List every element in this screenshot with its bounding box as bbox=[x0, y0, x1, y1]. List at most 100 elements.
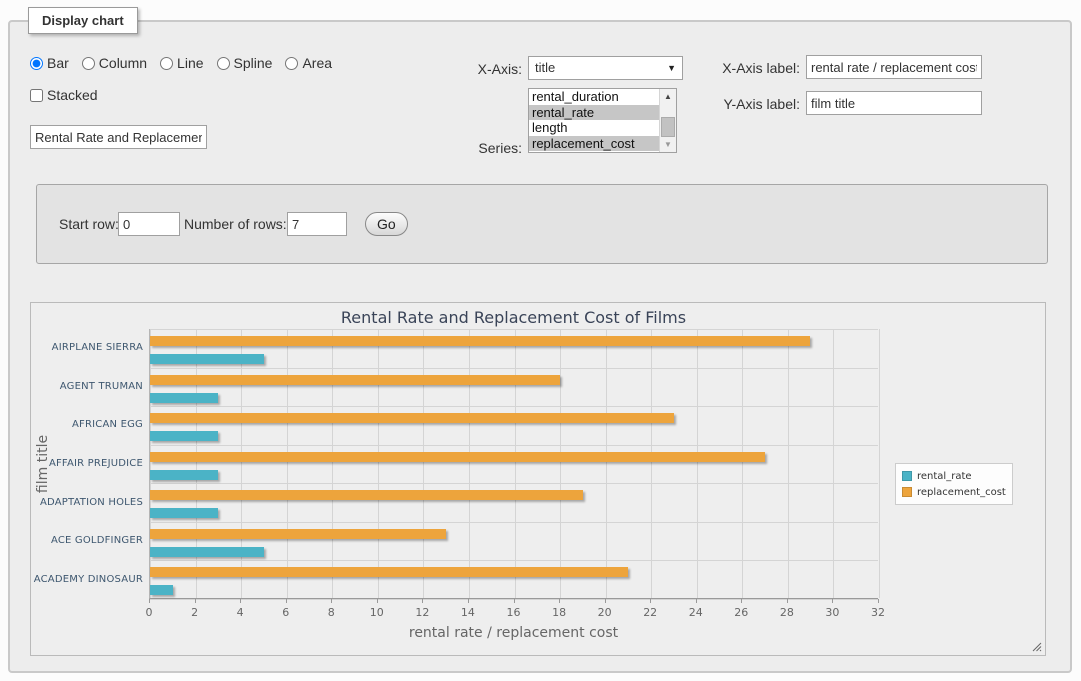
chart-type-line[interactable]: Line bbox=[160, 55, 203, 71]
axis-tick bbox=[514, 599, 515, 603]
chart-type-spline[interactable]: Spline bbox=[217, 55, 273, 71]
scroll-up-icon[interactable]: ▲ bbox=[660, 89, 676, 104]
bar-rental_rate[interactable] bbox=[150, 547, 264, 557]
bar-replacement_cost[interactable] bbox=[150, 567, 628, 577]
chart-type-radio-spline[interactable] bbox=[217, 57, 230, 70]
series-listbox[interactable]: rental_durationrental_ratelengthreplacem… bbox=[528, 88, 677, 153]
axis-tick bbox=[195, 599, 196, 603]
category-label: AFFAIR PREJUDICE bbox=[31, 458, 143, 469]
axis-tick bbox=[650, 599, 651, 603]
x-tick-label: 24 bbox=[679, 606, 713, 619]
axis-tick bbox=[286, 599, 287, 603]
scroll-down-icon[interactable]: ▼ bbox=[660, 137, 676, 152]
gridline-vertical bbox=[332, 329, 333, 598]
gridline-vertical bbox=[788, 329, 789, 598]
axis-tick bbox=[832, 599, 833, 603]
bar-replacement_cost[interactable] bbox=[150, 375, 560, 385]
chart-type-radio-label: Spline bbox=[234, 55, 273, 71]
gridline-horizontal bbox=[150, 329, 878, 330]
chart-type-radio-column[interactable] bbox=[82, 57, 95, 70]
category-label: AIRPLANE SIERRA bbox=[31, 342, 143, 353]
chart-type-radio-label: Column bbox=[99, 55, 147, 71]
gridline-vertical bbox=[560, 329, 561, 598]
series-option-rental_duration[interactable]: rental_duration bbox=[529, 89, 659, 105]
chart-type-bar[interactable]: Bar bbox=[30, 55, 69, 71]
axis-tick bbox=[787, 599, 788, 603]
x-axis-select[interactable]: title ▼ bbox=[528, 56, 683, 80]
axis-tick bbox=[741, 599, 742, 603]
gridline-vertical bbox=[651, 329, 652, 598]
y-axis-label-input[interactable] bbox=[806, 91, 982, 115]
category-label: ACE GOLDFINGER bbox=[31, 535, 143, 546]
x-tick-label: 6 bbox=[269, 606, 303, 619]
gridline-vertical bbox=[287, 329, 288, 598]
resize-grip-icon[interactable] bbox=[1032, 642, 1042, 652]
chart-title-input[interactable] bbox=[30, 125, 207, 149]
chart-type-column[interactable]: Column bbox=[82, 55, 147, 71]
bar-replacement_cost[interactable] bbox=[150, 529, 446, 539]
bar-rental_rate[interactable] bbox=[150, 508, 218, 518]
bar-rental_rate[interactable] bbox=[150, 585, 173, 595]
bar-rental_rate[interactable] bbox=[150, 393, 218, 403]
series-option-rental_rate[interactable]: rental_rate bbox=[529, 105, 659, 121]
panel-legend: Display chart bbox=[28, 7, 138, 34]
y-axis-label-label: Y-Axis label: bbox=[690, 96, 800, 112]
chart-type-radio-bar[interactable] bbox=[30, 57, 43, 70]
x-tick-label: 0 bbox=[132, 606, 166, 619]
go-button[interactable]: Go bbox=[365, 212, 408, 236]
legend-swatch bbox=[902, 471, 912, 481]
bar-replacement_cost[interactable] bbox=[150, 336, 810, 346]
num-rows-input[interactable] bbox=[287, 212, 347, 236]
axis-tick bbox=[240, 599, 241, 603]
legend-label: rental_rate bbox=[917, 471, 972, 482]
series-option-length[interactable]: length bbox=[529, 120, 659, 136]
series-select-label: Series: bbox=[430, 140, 522, 156]
chart-x-axis-title: rental rate / replacement cost bbox=[149, 625, 878, 641]
bar-rental_rate[interactable] bbox=[150, 354, 264, 364]
category-label: AGENT TRUMAN bbox=[31, 381, 143, 392]
gridline-vertical bbox=[241, 329, 242, 598]
series-option-replacement_cost[interactable]: replacement_cost bbox=[529, 136, 659, 152]
gridline-vertical bbox=[879, 329, 880, 598]
gridline-vertical bbox=[469, 329, 470, 598]
x-tick-label: 22 bbox=[633, 606, 667, 619]
x-tick-label: 14 bbox=[451, 606, 485, 619]
gridline-vertical bbox=[150, 329, 151, 598]
gridline-vertical bbox=[833, 329, 834, 598]
chart-type-area[interactable]: Area bbox=[285, 55, 332, 71]
axis-tick bbox=[422, 599, 423, 603]
bar-rental_rate[interactable] bbox=[150, 470, 218, 480]
chart-type-radio-area[interactable] bbox=[285, 57, 298, 70]
stacked-checkbox[interactable] bbox=[30, 89, 43, 102]
x-axis-label-input[interactable] bbox=[806, 55, 982, 79]
gridline-vertical bbox=[196, 329, 197, 598]
gridline-horizontal bbox=[150, 406, 878, 407]
gridline-horizontal bbox=[150, 368, 878, 369]
legend-item-replacement_cost[interactable]: replacement_cost bbox=[902, 484, 1006, 500]
category-label: AFRICAN EGG bbox=[31, 419, 143, 430]
gridline-horizontal bbox=[150, 445, 878, 446]
axis-tick bbox=[559, 599, 560, 603]
bar-replacement_cost[interactable] bbox=[150, 490, 583, 500]
bar-rental_rate[interactable] bbox=[150, 431, 218, 441]
x-tick-label: 20 bbox=[588, 606, 622, 619]
x-axis-label-label: X-Axis label: bbox=[690, 60, 800, 76]
num-rows-label: Number of rows: bbox=[184, 216, 287, 232]
axis-tick bbox=[331, 599, 332, 603]
legend-swatch bbox=[902, 487, 912, 497]
x-tick-label: 4 bbox=[223, 606, 257, 619]
chart-plot-area bbox=[149, 329, 878, 599]
legend-item-rental_rate[interactable]: rental_rate bbox=[902, 468, 1006, 484]
bar-replacement_cost[interactable] bbox=[150, 413, 674, 423]
x-tick-label: 8 bbox=[314, 606, 348, 619]
stacked-checkbox-item[interactable]: Stacked bbox=[30, 87, 98, 103]
x-tick-label: 26 bbox=[724, 606, 758, 619]
series-scrollbar[interactable]: ▲ ▼ bbox=[659, 89, 676, 152]
page: Display chart Bar Column Line Spline Area St… bbox=[0, 0, 1081, 681]
gridline-horizontal bbox=[150, 483, 878, 484]
x-tick-label: 30 bbox=[815, 606, 849, 619]
chart-type-radio-line[interactable] bbox=[160, 57, 173, 70]
bar-replacement_cost[interactable] bbox=[150, 452, 765, 462]
scrollbar-thumb[interactable] bbox=[661, 117, 675, 137]
start-row-input[interactable] bbox=[118, 212, 180, 236]
